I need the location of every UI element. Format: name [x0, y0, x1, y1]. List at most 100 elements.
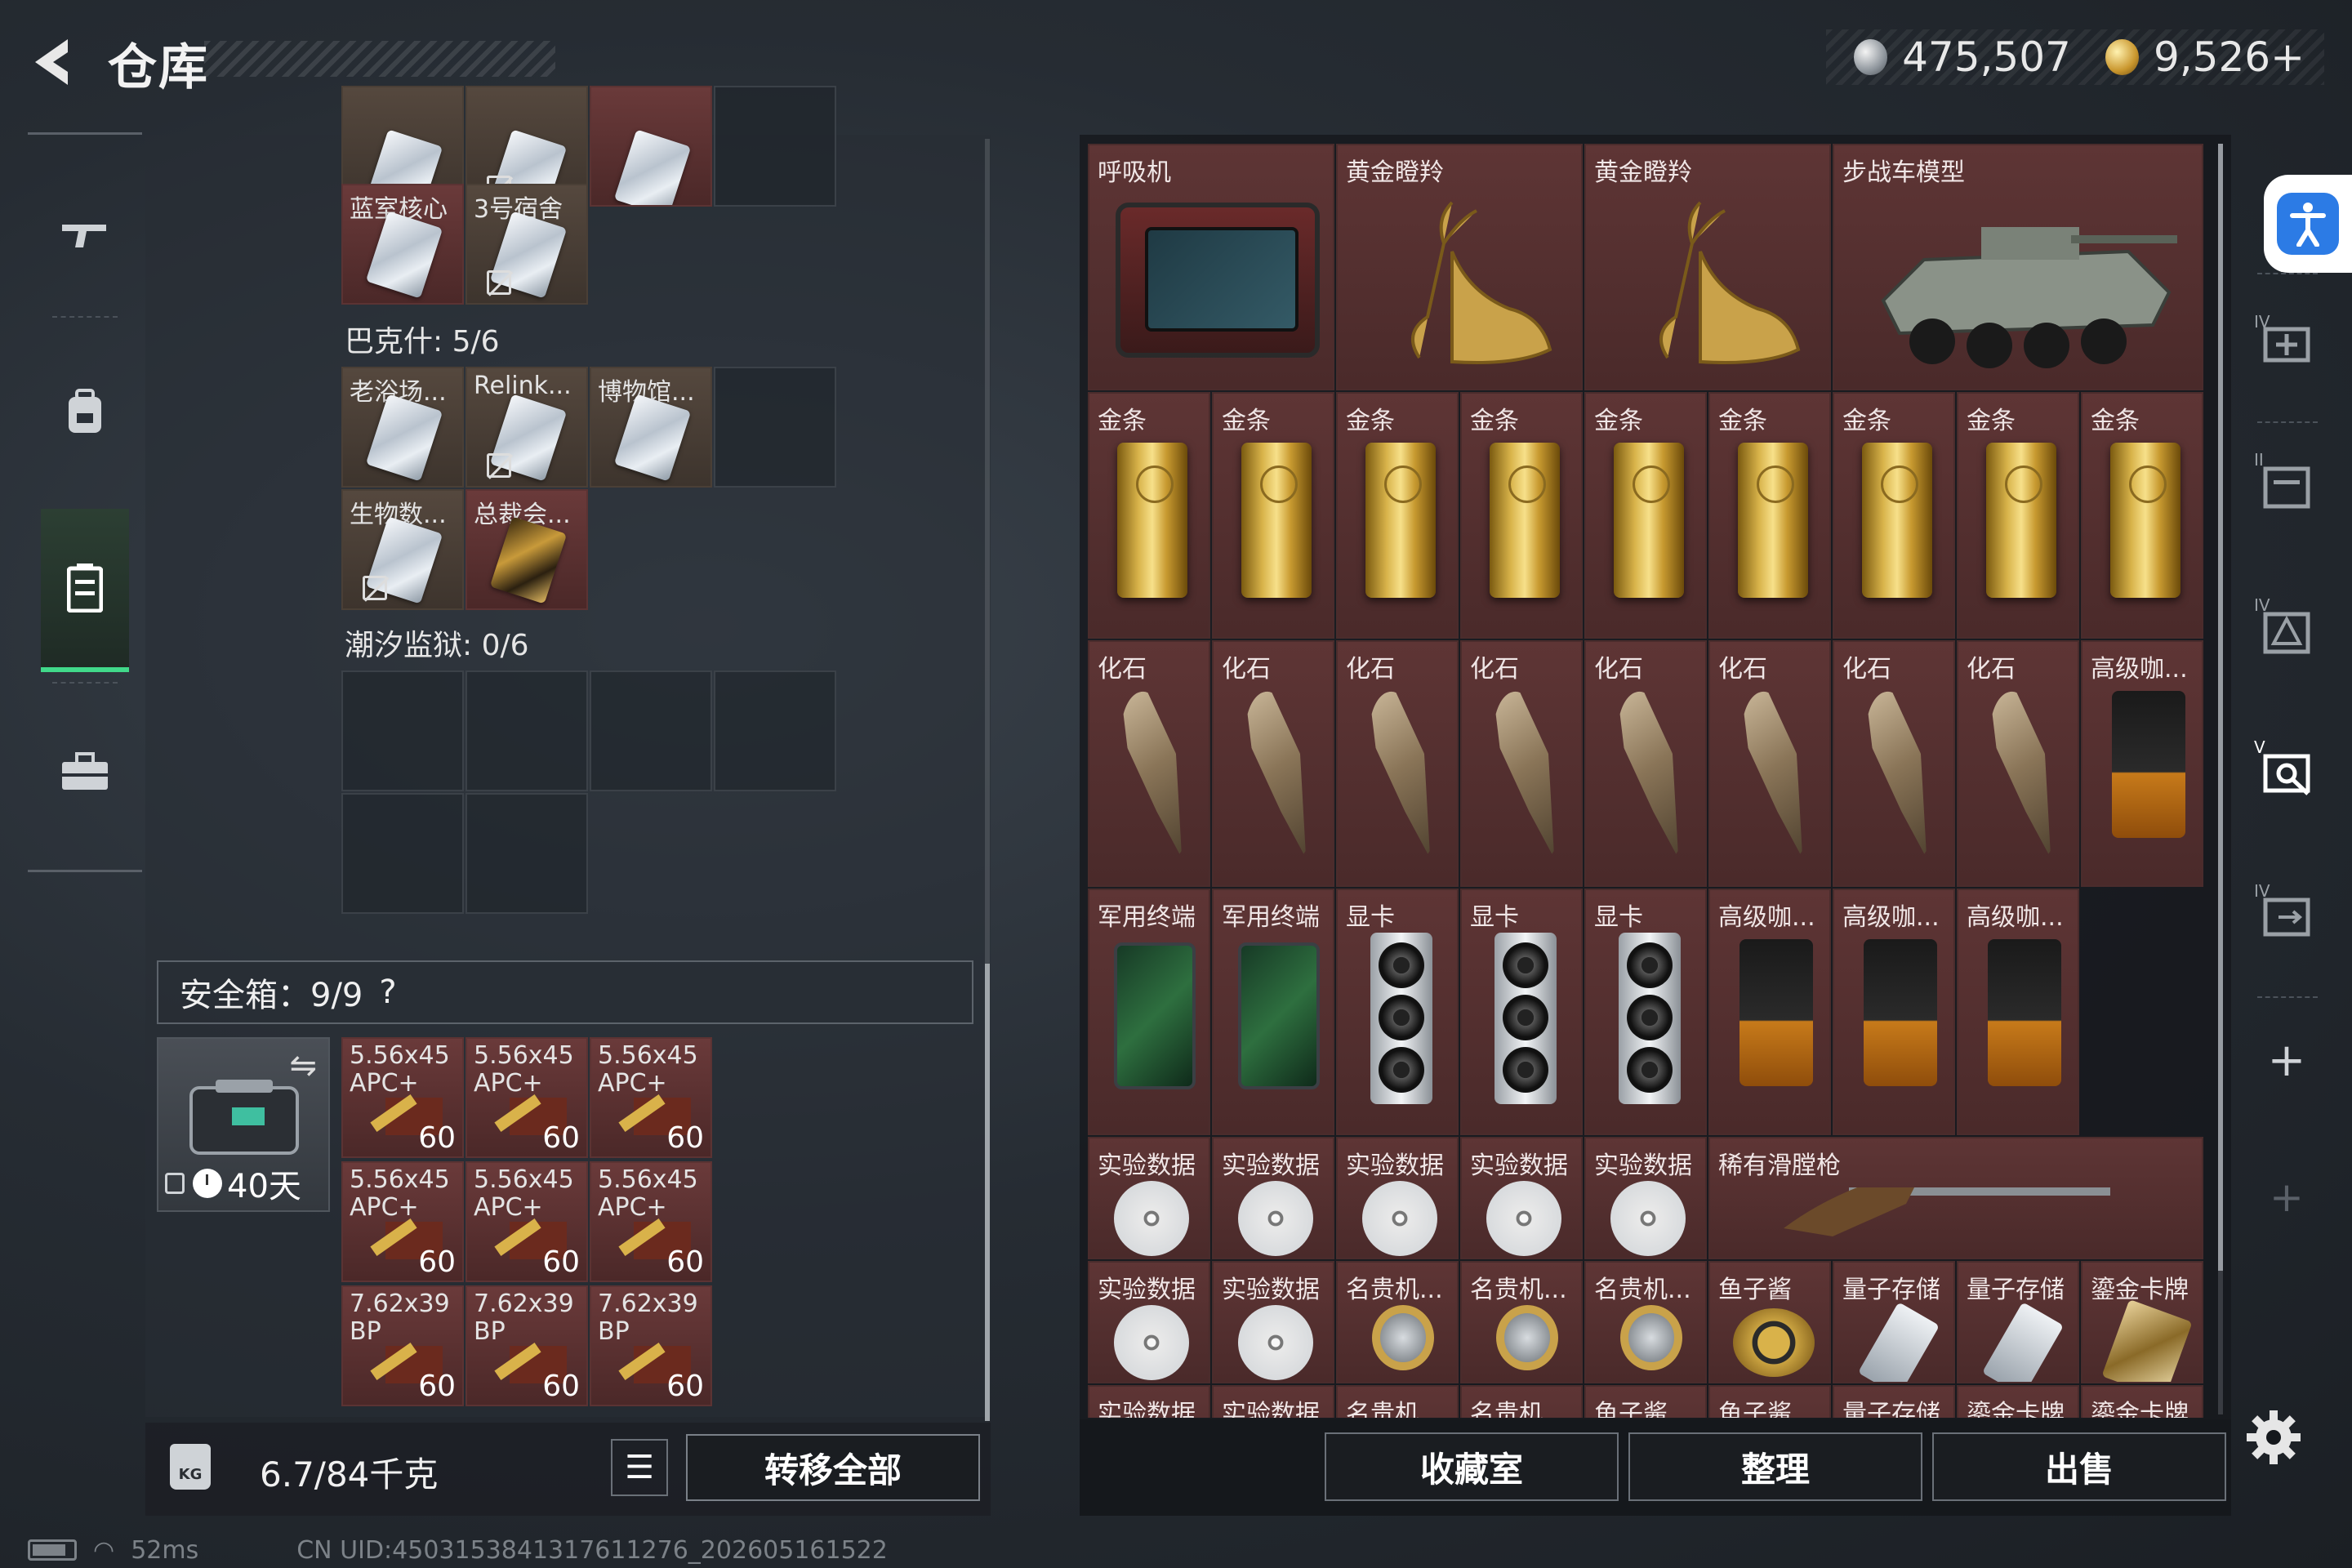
storage-item[interactable]: 实验数据 [1584, 1137, 1707, 1259]
storage-item[interactable]: 化石 [1708, 640, 1831, 887]
nav-weapons[interactable] [28, 153, 142, 316]
nav-backpack[interactable] [28, 331, 142, 494]
empty-slot[interactable] [714, 367, 836, 488]
list-view-button[interactable]: ☰ [611, 1439, 668, 1496]
storage-item[interactable]: 鱼子酱 [1584, 1385, 1707, 1418]
key-card-slot[interactable]: 蓝室核心 [341, 184, 464, 305]
swap-icon[interactable]: ⇋ [289, 1047, 317, 1085]
backpack-scroll-thumb[interactable] [985, 964, 990, 1421]
empty-slot[interactable] [714, 670, 836, 791]
key-card-slot[interactable] [590, 86, 712, 207]
storage-item[interactable]: 实验数据 [1212, 1261, 1334, 1383]
storage-item[interactable]: 高级咖... [1833, 889, 1955, 1135]
storage-item[interactable]: 名贵机... [1584, 1261, 1707, 1383]
key-card-slot[interactable]: 总裁会... [466, 489, 588, 610]
storage-item[interactable]: 金条 [1957, 392, 2079, 639]
storage-tab-iv-warning[interactable]: IV [2246, 585, 2328, 666]
storage-item[interactable]: 金条 [2081, 392, 2203, 639]
safe-box-container[interactable]: ⇋ 40天 [157, 1037, 330, 1212]
collection-room-button[interactable]: 收藏室 [1325, 1432, 1619, 1501]
empty-slot[interactable] [341, 670, 464, 791]
storage-scroll-thumb[interactable] [2218, 144, 2223, 1271]
storage-item[interactable]: 呼吸机 [1088, 144, 1334, 390]
storage-item[interactable]: 金条 [1212, 392, 1334, 639]
storage-item[interactable]: 金条 [1833, 392, 1955, 639]
key-card-slot[interactable]: 博物馆... [590, 367, 712, 488]
storage-item[interactable]: 名贵机... [1460, 1385, 1583, 1418]
empty-slot[interactable] [341, 793, 464, 914]
accessibility-button[interactable] [2264, 175, 2352, 273]
help-button[interactable]: ? [379, 973, 396, 1011]
empty-slot[interactable] [466, 793, 588, 914]
storage-item[interactable]: 实验数据 [1088, 1137, 1210, 1259]
storage-item[interactable]: 步战车模型 [1833, 144, 2203, 390]
storage-item[interactable]: 金条 [1460, 392, 1583, 639]
storage-item[interactable]: 黄金瞪羚 [1336, 144, 1583, 390]
storage-item[interactable]: 实验数据 [1460, 1137, 1583, 1259]
key-card-slot[interactable]: Relink... [466, 367, 588, 488]
storage-tab-ii[interactable]: II [2246, 439, 2328, 521]
storage-tab-iv-add[interactable]: IV [2246, 297, 2328, 379]
storage-item[interactable]: 实验数据 [1212, 1137, 1334, 1259]
storage-item[interactable]: 量子存储 [1957, 1261, 2079, 1383]
storage-item[interactable]: 名贵机... [1336, 1385, 1459, 1418]
storage-item[interactable]: 鎏金卡牌 [2081, 1385, 2203, 1418]
ammo-slot[interactable]: 5.56x45 APC+ 60 [466, 1161, 588, 1282]
storage-item[interactable]: 高级咖... [2081, 640, 2203, 887]
storage-item[interactable]: 鱼子酱 [1708, 1385, 1831, 1418]
storage-item[interactable]: 化石 [1460, 640, 1583, 887]
storage-item[interactable]: 化石 [1957, 640, 2079, 887]
sort-button[interactable]: 整理 [1628, 1432, 1922, 1501]
storage-item[interactable]: 实验数据 [1336, 1137, 1459, 1259]
ammo-slot[interactable]: 7.62x39 BP 60 [466, 1285, 588, 1406]
storage-tab-iv-transfer[interactable]: IV [2246, 871, 2328, 952]
nav-briefcase[interactable] [28, 690, 142, 853]
ammo-slot[interactable]: 5.56x45 APC+ 60 [341, 1161, 464, 1282]
storage-item[interactable]: 显卡 [1584, 889, 1707, 1135]
key-card-slot[interactable]: 3号宿舍 [466, 184, 588, 305]
storage-item[interactable]: 名贵机... [1336, 1261, 1459, 1383]
storage-item[interactable]: 金条 [1336, 392, 1459, 639]
storage-item[interactable]: 稀有滑膛枪 [1708, 1137, 2203, 1259]
storage-item[interactable]: 军用终端 [1088, 889, 1210, 1135]
storage-item[interactable]: 名贵机... [1460, 1261, 1583, 1383]
storage-item[interactable]: 实验数据 [1088, 1261, 1210, 1383]
empty-slot[interactable] [466, 670, 588, 791]
storage-item[interactable]: 化石 [1336, 640, 1459, 887]
ammo-slot[interactable]: 7.62x39 BP 60 [590, 1285, 712, 1406]
storage-item[interactable]: 鱼子酱 [1708, 1261, 1831, 1383]
storage-item[interactable]: 化石 [1088, 640, 1210, 887]
storage-tab-v-active[interactable]: V [2246, 727, 2328, 808]
ammo-slot[interactable]: 5.56x45 APC+ 60 [590, 1161, 712, 1282]
storage-item[interactable]: 实验数据 [1088, 1385, 1210, 1418]
storage-item[interactable]: 化石 [1833, 640, 1955, 887]
storage-item[interactable]: 高级咖... [1708, 889, 1831, 1135]
storage-item[interactable]: 高级咖... [1957, 889, 2079, 1135]
ammo-slot[interactable]: 5.56x45 APC+ 60 [590, 1037, 712, 1158]
storage-item[interactable]: 化石 [1212, 640, 1334, 887]
back-button[interactable] [24, 29, 82, 95]
storage-item[interactable]: 实验数据 [1212, 1385, 1334, 1418]
empty-slot[interactable] [714, 86, 836, 207]
storage-item[interactable]: 量子存储 [1833, 1385, 1955, 1418]
storage-item[interactable]: 金条 [1088, 392, 1210, 639]
nav-storage[interactable] [41, 509, 129, 672]
storage-item[interactable]: 军用终端 [1212, 889, 1334, 1135]
storage-item[interactable]: 显卡 [1460, 889, 1583, 1135]
storage-item[interactable]: 金条 [1708, 392, 1831, 639]
storage-item[interactable]: 化石 [1584, 640, 1707, 887]
add-tab-button[interactable]: + [2246, 1019, 2328, 1101]
settings-button[interactable] [2241, 1405, 2306, 1470]
empty-slot[interactable] [590, 670, 712, 791]
ammo-slot[interactable]: 7.62x39 BP 60 [341, 1285, 464, 1406]
storage-item[interactable]: 鎏金卡牌 [2081, 1261, 2203, 1383]
storage-item[interactable]: 鎏金卡牌 [1957, 1385, 2079, 1418]
storage-item[interactable]: 显卡 [1336, 889, 1459, 1135]
storage-item[interactable]: 黄金瞪羚 [1584, 144, 1831, 390]
transfer-all-button[interactable]: 转移全部 [686, 1434, 980, 1501]
gold-currency-value[interactable]: 9,526+ [2154, 33, 2305, 81]
ammo-slot[interactable]: 5.56x45 APC+ 60 [341, 1037, 464, 1158]
key-card-slot[interactable]: 生物数... [341, 489, 464, 610]
storage-item[interactable]: 金条 [1584, 392, 1707, 639]
sell-button[interactable]: 出售 [1932, 1432, 2226, 1501]
